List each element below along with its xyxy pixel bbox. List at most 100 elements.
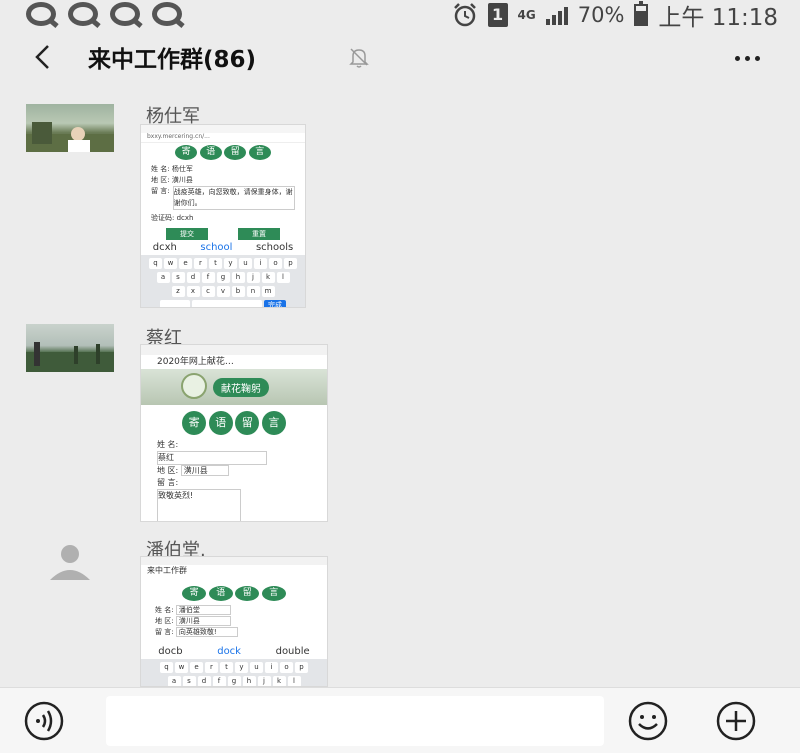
thumb-field-value: 蔡红 [157,451,267,465]
plus-icon[interactable] [716,701,756,741]
thumb-key: q [160,662,173,673]
thumb-suggestions: dcxh school schools [141,241,305,255]
network-type: 4G [517,8,536,22]
image-message[interactable]: bxxy.mercering.cn/... 寄 语 留 言 姓 名: 杨仕军 地… [140,124,306,308]
voice-icon[interactable] [24,701,64,741]
thumb-field-label: 留 言: [151,187,170,195]
default-avatar-icon [50,545,90,580]
thumb-field-value: 潢川县 [180,465,229,476]
qq-notification-icon [68,2,98,26]
thumb-field-value: 潢川县 [175,616,231,626]
thumb-field-label: 姓 名: [155,606,174,614]
thumb-button: 语 [208,411,233,435]
thumb-key: o [280,662,293,673]
thumb-field-value: 战疫英雄，向您致敬，请保重身体，谢谢你们。 [172,186,295,210]
thumb-key: u [250,662,263,673]
thumb-banner: 献花鞠躬 [141,369,327,405]
thumb-button-row: 寄 语 留 言 [141,586,327,601]
thumb-field-value: 向英雄致敬! [175,627,238,637]
thumb-key: l [287,676,301,686]
thumb-key: a [156,272,170,283]
qq-notification-icon [110,2,140,26]
thumb-key: k [272,676,286,686]
suggestion: dock [217,646,241,657]
thumb-key: j [257,676,271,686]
thumb-button: 言 [248,145,271,160]
message-input[interactable] [106,696,604,746]
thumb-field-value: 致敬英烈! [157,489,241,521]
thumb-key: z [171,286,185,297]
avatar-photo [26,122,114,152]
thumb-key: y [224,258,237,269]
thumb-key: w [175,662,188,673]
thumb-field-label: 姓 名: [151,165,170,173]
thumb-button: 留 [235,586,260,601]
thumb-key: n [246,286,260,297]
suggestion: school [200,242,233,253]
thumb-key: w [164,258,177,269]
thumb-key: d [186,272,200,283]
thumb-key: v [216,286,230,297]
thumb-key: u [239,258,252,269]
thumb-key: r [205,662,218,673]
thumb-button: 寄 [182,586,207,601]
thumb-key: c [201,286,215,297]
thumb-button: 言 [261,411,286,435]
thumb-submit: 提交 [166,228,208,240]
thumb-field-value: 潘伯堂 [175,605,231,615]
avatar[interactable] [26,536,114,584]
chat-title: 来中工作群(86) [88,47,257,73]
avatar[interactable] [26,324,114,372]
keyboard-row: qwertyuiop [141,662,327,673]
thumb-key: j [246,272,260,283]
thumb-field-value: 潢川县 [171,176,193,184]
thumb-key: g [227,676,241,686]
thumb-key: h [242,676,256,686]
thumb-key: 完成 [264,300,286,307]
thumb-url: bxxy.mercering.cn/... [141,133,305,143]
banner-text: 献花鞠躬 [213,378,269,397]
thumb-key: e [179,258,192,269]
chevron-left-icon[interactable] [30,42,56,72]
avatar-photo [26,342,114,372]
alarm-icon [453,3,476,27]
more-dots-icon[interactable] [735,56,760,61]
thumb-field-label: 留 言: [155,628,174,636]
battery-icon [634,1,649,26]
thumb-field-label: 姓 名: [157,440,179,449]
sim-icon: 1 [487,3,508,27]
image-message[interactable]: 2020年网上献花… 献花鞠躬 寄 语 留 言 姓 名: 蔡红 地 区: 潢川县… [140,344,328,522]
thumb-button: 留 [235,411,260,435]
thumb-key: m [261,286,275,297]
thumb-field-value: 杨仕军 [171,165,193,173]
battery-percent: 70% [577,3,625,27]
notification-icons [26,2,182,26]
thumb-button: 语 [199,145,222,160]
thumb-key: f [212,676,226,686]
thumb-key: l [276,272,290,283]
thumb-button-row: 寄 语 留 言 [141,411,327,435]
thumb-key: k [261,272,275,283]
thumb-key: f [201,272,215,283]
emoji-icon[interactable] [628,701,668,741]
image-message[interactable]: 来中工作群 寄 语 留 言 姓 名: 潘伯堂 地 区: 潢川县 留 言: 向英雄… [140,556,328,687]
thumb-button: 言 [261,586,286,601]
keyboard-row: asdfghjkl [141,272,305,283]
thumb-field-value: dcxh [176,214,194,222]
suggestion: double [275,646,310,657]
thumb-button-row: 寄 语 留 言 [141,145,305,160]
thumb-key: e [190,662,203,673]
avatar[interactable] [26,104,114,152]
suggestion: dcxh [152,242,177,253]
status-bar: 1 4G 70% 上午 11:18 [0,0,800,31]
keyboard-row: 完成 [141,300,305,307]
thumb-key: o [269,258,282,269]
qq-notification-icon [152,2,182,26]
thumb-key: r [194,258,207,269]
clock: 上午 11:18 [658,5,778,31]
thumb-keyboard: docb dock double qwertyuiop asdfghjkl [141,645,327,686]
thumb-key: a [167,676,181,686]
thumb-chat-header: 来中工作群 [147,566,187,575]
thumb-page-title: 2020年网上献花… [157,357,234,367]
thumb-suggestions: docb dock double [141,645,327,659]
